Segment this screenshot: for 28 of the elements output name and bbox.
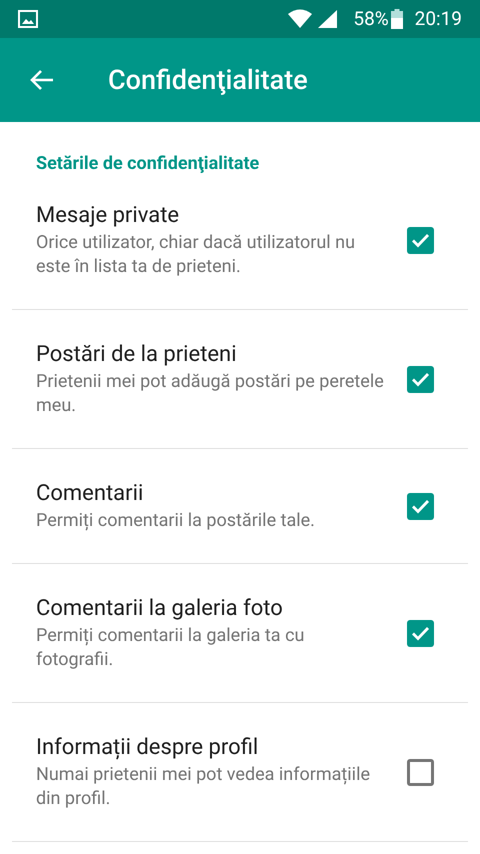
- image-icon: [18, 10, 38, 28]
- clock-time: 20:19: [414, 6, 462, 32]
- back-arrow-icon: [29, 69, 55, 91]
- checkmark-icon: [411, 232, 430, 248]
- checkmark-icon: [411, 498, 430, 514]
- setting-title: Comentarii la galeria foto: [36, 595, 284, 623]
- checkbox[interactable]: [407, 492, 434, 520]
- setting-title: Postări de la prieteni: [36, 341, 238, 369]
- setting-description: Permiți comentarii la galeria ta cu fotografii.: [36, 624, 306, 672]
- checkbox[interactable]: [407, 758, 434, 786]
- checkbox[interactable]: [407, 226, 434, 254]
- checkbox[interactable]: [407, 366, 434, 392]
- setting-title: Informații despre profil: [36, 734, 260, 762]
- battery-percentage: 58%: [353, 6, 389, 32]
- signal-icon: [317, 9, 340, 29]
- setting-description: Numai prietenii mei pot vedea informațiile din profil.: [36, 763, 371, 811]
- checkmark-icon: [411, 372, 430, 386]
- battery-icon: [390, 9, 403, 29]
- setting-description: Permiți comentarii la postările tale.: [36, 509, 316, 533]
- section-header: Setările de confidenţialitate: [36, 153, 260, 174]
- setting-title: Comentarii: [36, 480, 144, 508]
- setting-title: Mesaje private: [36, 202, 180, 230]
- setting-description: Orice utilizator, chiar dacă utilizatorul nu este în lista ta de prieteni.: [36, 231, 356, 279]
- toolbar-title: Confidenţialitate: [108, 62, 308, 98]
- checkmark-icon: [411, 626, 430, 640]
- checkbox[interactable]: [407, 620, 434, 646]
- wifi-icon: [287, 9, 314, 29]
- setting-description: Prietenii mei pot adăugă postări pe peretele meu.: [36, 370, 385, 418]
